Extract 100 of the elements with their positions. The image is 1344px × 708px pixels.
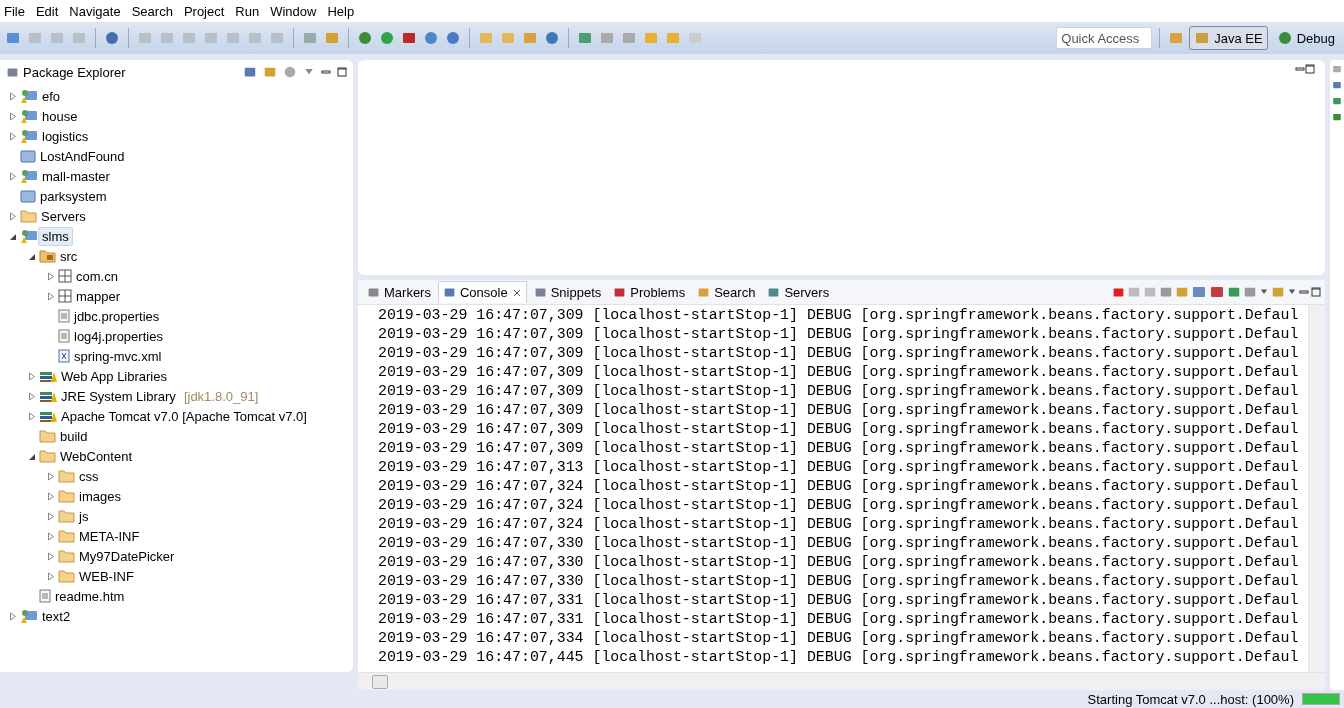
console-line: 2019-03-29 16:47:07,445 [localhost-startStop-1] DEBUG [org.springframework.beans.factory.support.Defaul xyxy=(378,648,1300,667)
tree-item[interactable]: WebContent xyxy=(0,446,353,466)
closed-project-icon xyxy=(20,149,36,163)
minimize-icon[interactable] xyxy=(321,67,331,77)
tree-item[interactable]: Apache Tomcat v7.0 [Apache Tomcat v7.0] xyxy=(0,406,353,426)
tree-item[interactable]: jdbc.properties xyxy=(0,306,353,326)
tree-item[interactable]: Servers xyxy=(0,206,353,226)
console-line: 2019-03-29 16:47:07,309 [localhost-startStop-1] DEBUG [org.springframework.beans.factory.support.Defaul xyxy=(378,363,1300,382)
tree-item[interactable]: efo xyxy=(0,86,353,106)
menu-item[interactable]: Window xyxy=(268,3,324,19)
library-icon xyxy=(39,409,57,423)
project-icon xyxy=(20,608,38,624)
console-line: 2019-03-29 16:47:07,309 [localhost-startStop-1] DEBUG [org.springframework.beans.factory.support.Defaul xyxy=(378,382,1300,401)
view-tab[interactable]: Snippets xyxy=(528,281,607,303)
console-line: 2019-03-29 16:47:07,309 [localhost-startStop-1] DEBUG [org.springframework.beans.factory.support.Defaul xyxy=(378,325,1300,344)
tree-label: jdbc.properties xyxy=(72,307,161,326)
tree-item[interactable]: images xyxy=(0,486,353,506)
console-line: 2019-03-29 16:47:07,324 [localhost-startStop-1] DEBUG [org.springframework.beans.factory.support.Defaul xyxy=(378,496,1300,515)
collapsed-arrow-icon[interactable] xyxy=(47,571,55,581)
perspective-button[interactable]: Java EE xyxy=(1189,26,1268,50)
quick-access-field[interactable]: Quick Access xyxy=(1056,27,1153,49)
tree-item[interactable]: src xyxy=(0,246,353,266)
tree-label: images xyxy=(78,487,122,506)
tree-item[interactable]: slms xyxy=(0,226,353,246)
library-icon xyxy=(39,389,57,403)
tree-item[interactable]: Web App Libraries xyxy=(0,366,353,386)
menu-item[interactable]: Search xyxy=(129,3,180,19)
project-icon xyxy=(20,228,38,244)
collapsed-arrow-icon[interactable] xyxy=(9,611,17,621)
maximize-icon[interactable] xyxy=(1311,287,1321,297)
minimize-icon[interactable] xyxy=(1295,64,1305,74)
tree-item[interactable]: My97DatePicker xyxy=(0,546,353,566)
tree-label: logistics xyxy=(41,127,90,146)
console-line: 2019-03-29 16:47:07,309 [localhost-startStop-1] DEBUG [org.springframework.beans.factory.support.Defaul xyxy=(378,344,1300,363)
collapsed-arrow-icon[interactable] xyxy=(47,291,55,301)
project-icon xyxy=(20,128,38,144)
tree-label: log4j.properties xyxy=(73,327,164,346)
tree-item[interactable]: WEB-INF xyxy=(0,566,353,586)
project-icon xyxy=(20,108,38,124)
tree-item[interactable]: css xyxy=(0,466,353,486)
horizontal-scrollbar[interactable] xyxy=(358,672,1325,690)
tree-item[interactable]: LostAndFound xyxy=(0,146,353,166)
tree-item[interactable]: mall-master xyxy=(0,166,353,186)
console-line: 2019-03-29 16:47:07,324 [localhost-startStop-1] DEBUG [org.springframework.beans.factory.support.Defaul xyxy=(378,515,1300,534)
menu-item[interactable]: Run xyxy=(233,3,267,19)
tree-item[interactable]: house xyxy=(0,106,353,126)
tree-item[interactable]: build xyxy=(0,426,353,446)
collapsed-arrow-icon[interactable] xyxy=(9,111,17,121)
closed-project-icon xyxy=(20,189,36,203)
tree-item[interactable]: JRE System Library [jdk1.8.0_91] xyxy=(0,386,353,406)
vertical-scrollbar[interactable] xyxy=(1308,305,1325,672)
tree-label: parksystem xyxy=(39,187,108,206)
view-tab[interactable]: Console xyxy=(437,281,527,303)
close-icon[interactable] xyxy=(511,287,522,298)
tree-label: src xyxy=(59,247,79,266)
tree-item[interactable]: logistics xyxy=(0,126,353,146)
view-tab[interactable]: Problems xyxy=(608,281,691,303)
console-line: 2019-03-29 16:47:07,331 [localhost-startStop-1] DEBUG [org.springframework.beans.factory.support.Defaul xyxy=(378,591,1300,610)
collapsed-arrow-icon[interactable] xyxy=(47,491,55,501)
tree-item[interactable]: js xyxy=(0,506,353,526)
collapsed-arrow-icon[interactable] xyxy=(9,211,17,221)
collapsed-arrow-icon[interactable] xyxy=(28,391,36,401)
collapsed-arrow-icon[interactable] xyxy=(47,551,55,561)
tree-label: slms xyxy=(38,226,73,246)
menu-item[interactable]: File xyxy=(2,3,32,19)
package-explorer-tab[interactable]: Package Explorer xyxy=(6,64,126,80)
tree-label: build xyxy=(59,427,89,446)
menu-item[interactable]: Edit xyxy=(33,3,66,19)
tree-item[interactable]: spring-mvc.xml xyxy=(0,346,353,366)
collapsed-arrow-icon[interactable] xyxy=(9,171,17,181)
view-tab[interactable]: Markers xyxy=(362,281,436,303)
tree-label: efo xyxy=(41,87,62,106)
collapsed-arrow-icon[interactable] xyxy=(47,511,55,521)
menu-item[interactable]: Help xyxy=(325,3,362,19)
menu-item[interactable]: Navigate xyxy=(67,3,128,19)
tree-item[interactable]: com.cn xyxy=(0,266,353,286)
maximize-icon[interactable] xyxy=(1305,64,1315,74)
maximize-icon[interactable] xyxy=(337,67,347,77)
menu-item[interactable]: Project xyxy=(181,3,232,19)
tree-item[interactable]: log4j.properties xyxy=(0,326,353,346)
view-tab[interactable]: Search xyxy=(692,281,761,303)
tree-label: Apache Tomcat v7.0 [Apache Tomcat v7.0] xyxy=(60,407,308,426)
view-tab[interactable]: Servers xyxy=(762,281,835,303)
collapsed-arrow-icon[interactable] xyxy=(47,271,55,281)
minimize-icon[interactable] xyxy=(1299,287,1309,297)
file-icon xyxy=(58,329,70,343)
tree-item[interactable]: parksystem xyxy=(0,186,353,206)
tree-item[interactable]: readme.htm xyxy=(0,586,353,606)
collapsed-arrow-icon[interactable] xyxy=(28,411,36,421)
collapsed-arrow-icon[interactable] xyxy=(28,371,36,381)
tree-item[interactable]: text2 xyxy=(0,606,353,626)
collapsed-arrow-icon[interactable] xyxy=(47,531,55,541)
collapsed-arrow-icon[interactable] xyxy=(9,131,17,141)
collapsed-arrow-icon[interactable] xyxy=(47,471,55,481)
perspective-button[interactable]: Debug xyxy=(1271,26,1340,50)
collapsed-arrow-icon[interactable] xyxy=(9,91,17,101)
tree-label: spring-mvc.xml xyxy=(73,347,163,366)
tree-label: Web App Libraries xyxy=(60,367,168,386)
tree-item[interactable]: META-INF xyxy=(0,526,353,546)
tree-item[interactable]: mapper xyxy=(0,286,353,306)
